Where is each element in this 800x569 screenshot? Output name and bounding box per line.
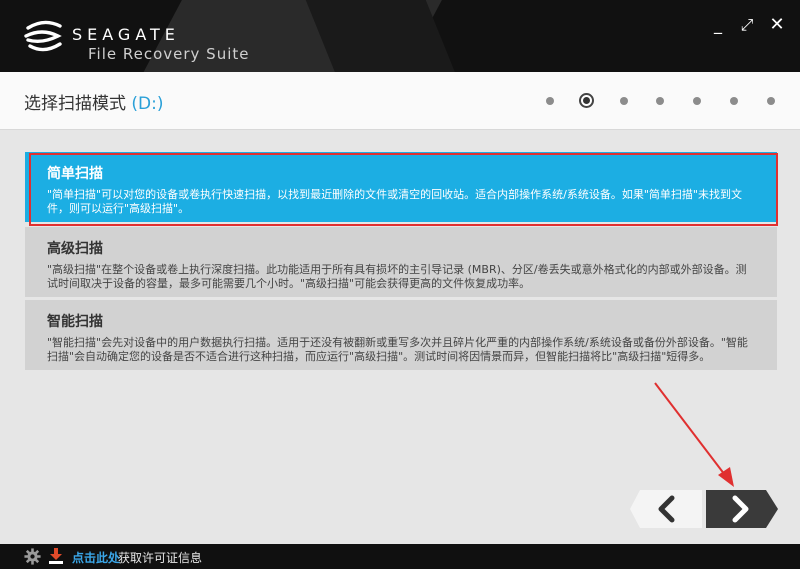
gear-icon[interactable] bbox=[24, 548, 41, 565]
step-bar: 选择扫描模式 (D:) bbox=[0, 72, 800, 130]
title-bar[interactable]: SEAGATE File Recovery Suite _ ⤢ ✕ bbox=[0, 0, 800, 72]
step-dot bbox=[767, 97, 775, 105]
page-title-text: 选择扫描模式 bbox=[24, 94, 126, 114]
step-dot bbox=[620, 97, 628, 105]
footer-bar: 点击此处 获取许可证信息 bbox=[0, 544, 800, 569]
download-icon bbox=[49, 548, 63, 564]
back-button[interactable] bbox=[630, 490, 702, 528]
step-dot bbox=[546, 97, 554, 105]
annotation-arrow-icon bbox=[654, 382, 734, 487]
minimize-button[interactable]: _ bbox=[707, 15, 729, 37]
app-window: SEAGATE File Recovery Suite _ ⤢ ✕ 选择扫描模式… bbox=[0, 0, 800, 569]
brand-name: SEAGATE bbox=[72, 25, 180, 44]
close-button[interactable]: ✕ bbox=[766, 15, 788, 37]
step-dot bbox=[730, 97, 738, 105]
option-title: 高级扫描 bbox=[47, 241, 103, 257]
maximize-button[interactable]: ⤢ bbox=[736, 15, 758, 37]
step-dot-current bbox=[579, 93, 594, 108]
option-title: 智能扫描 bbox=[47, 314, 103, 330]
license-info-text: 获取许可证信息 bbox=[118, 551, 203, 565]
next-button[interactable] bbox=[706, 490, 778, 528]
seagate-logo-icon bbox=[24, 20, 62, 52]
drive-label: (D:) bbox=[131, 94, 164, 114]
option-simple-scan[interactable]: 简单扫描 "简单扫描"可以对您的设备或卷执行快速扫描，以找到最近删除的文件或清空… bbox=[25, 152, 777, 222]
option-smart-scan[interactable]: 智能扫描 "智能扫描"会先对设备中的用户数据执行扫描。适用于还没有被翻新或重写多… bbox=[25, 300, 777, 370]
option-description: "智能扫描"会先对设备中的用户数据执行扫描。适用于还没有被翻新或重写多次并且碎片… bbox=[47, 336, 748, 363]
option-description: "高级扫描"在整个设备或卷上执行深度扫描。此功能适用于所有具有损坏的主引导记录 … bbox=[47, 263, 747, 290]
option-description: "简单扫描"可以对您的设备或卷执行快速扫描，以找到最近删除的文件或清空的回收站。… bbox=[47, 188, 742, 215]
product-name: File Recovery Suite bbox=[88, 45, 250, 63]
license-link[interactable]: 点击此处 bbox=[72, 549, 120, 566]
option-title: 简单扫描 bbox=[47, 166, 103, 182]
step-dot bbox=[656, 97, 664, 105]
option-advanced-scan[interactable]: 高级扫描 "高级扫描"在整个设备或卷上执行深度扫描。此功能适用于所有具有损坏的主… bbox=[25, 227, 777, 297]
page-title: 选择扫描模式 (D:) bbox=[24, 89, 164, 114]
step-dot bbox=[693, 97, 701, 105]
